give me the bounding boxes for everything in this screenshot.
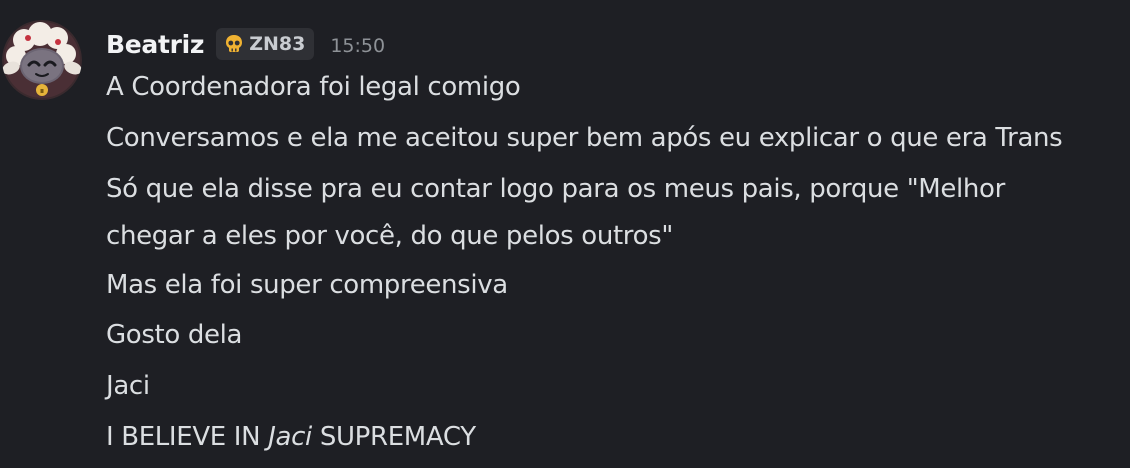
skull-icon [226, 35, 243, 52]
username[interactable]: Beatriz [106, 30, 204, 59]
message-line: Gosto dela [106, 320, 243, 350]
last-line-before: I BELIEVE IN [106, 422, 261, 452]
message-header: Beatriz ZN83 15:50 [106, 26, 385, 62]
avatar[interactable] [2, 20, 82, 100]
lamb-avatar-icon [2, 20, 82, 100]
message-line: A Coordenadora foi legal comigo [106, 72, 521, 102]
message-line-last: I BELIEVE IN Jaci SUPREMACY [106, 413, 476, 462]
last-line-after: SUPREMACY [311, 422, 476, 452]
message-line: Conversamos e ela me aceitou super bem a… [106, 123, 1063, 153]
message-line: chegar a eles por você, do que pelos out… [106, 221, 673, 251]
message-group: Beatriz ZN83 15:50 A Coordenadora foi le… [0, 0, 1130, 468]
message-line: Jaci [106, 371, 150, 401]
timestamp[interactable]: 15:50 [330, 35, 385, 57]
message-line: Só que ela disse pra eu contar logo para… [106, 174, 1005, 204]
last-line-italic: Jaci [268, 422, 312, 452]
clan-tag[interactable]: ZN83 [216, 28, 315, 60]
message-line: Mas ela foi super compreensiva [106, 270, 508, 300]
clan-tag-label: ZN83 [249, 33, 306, 55]
